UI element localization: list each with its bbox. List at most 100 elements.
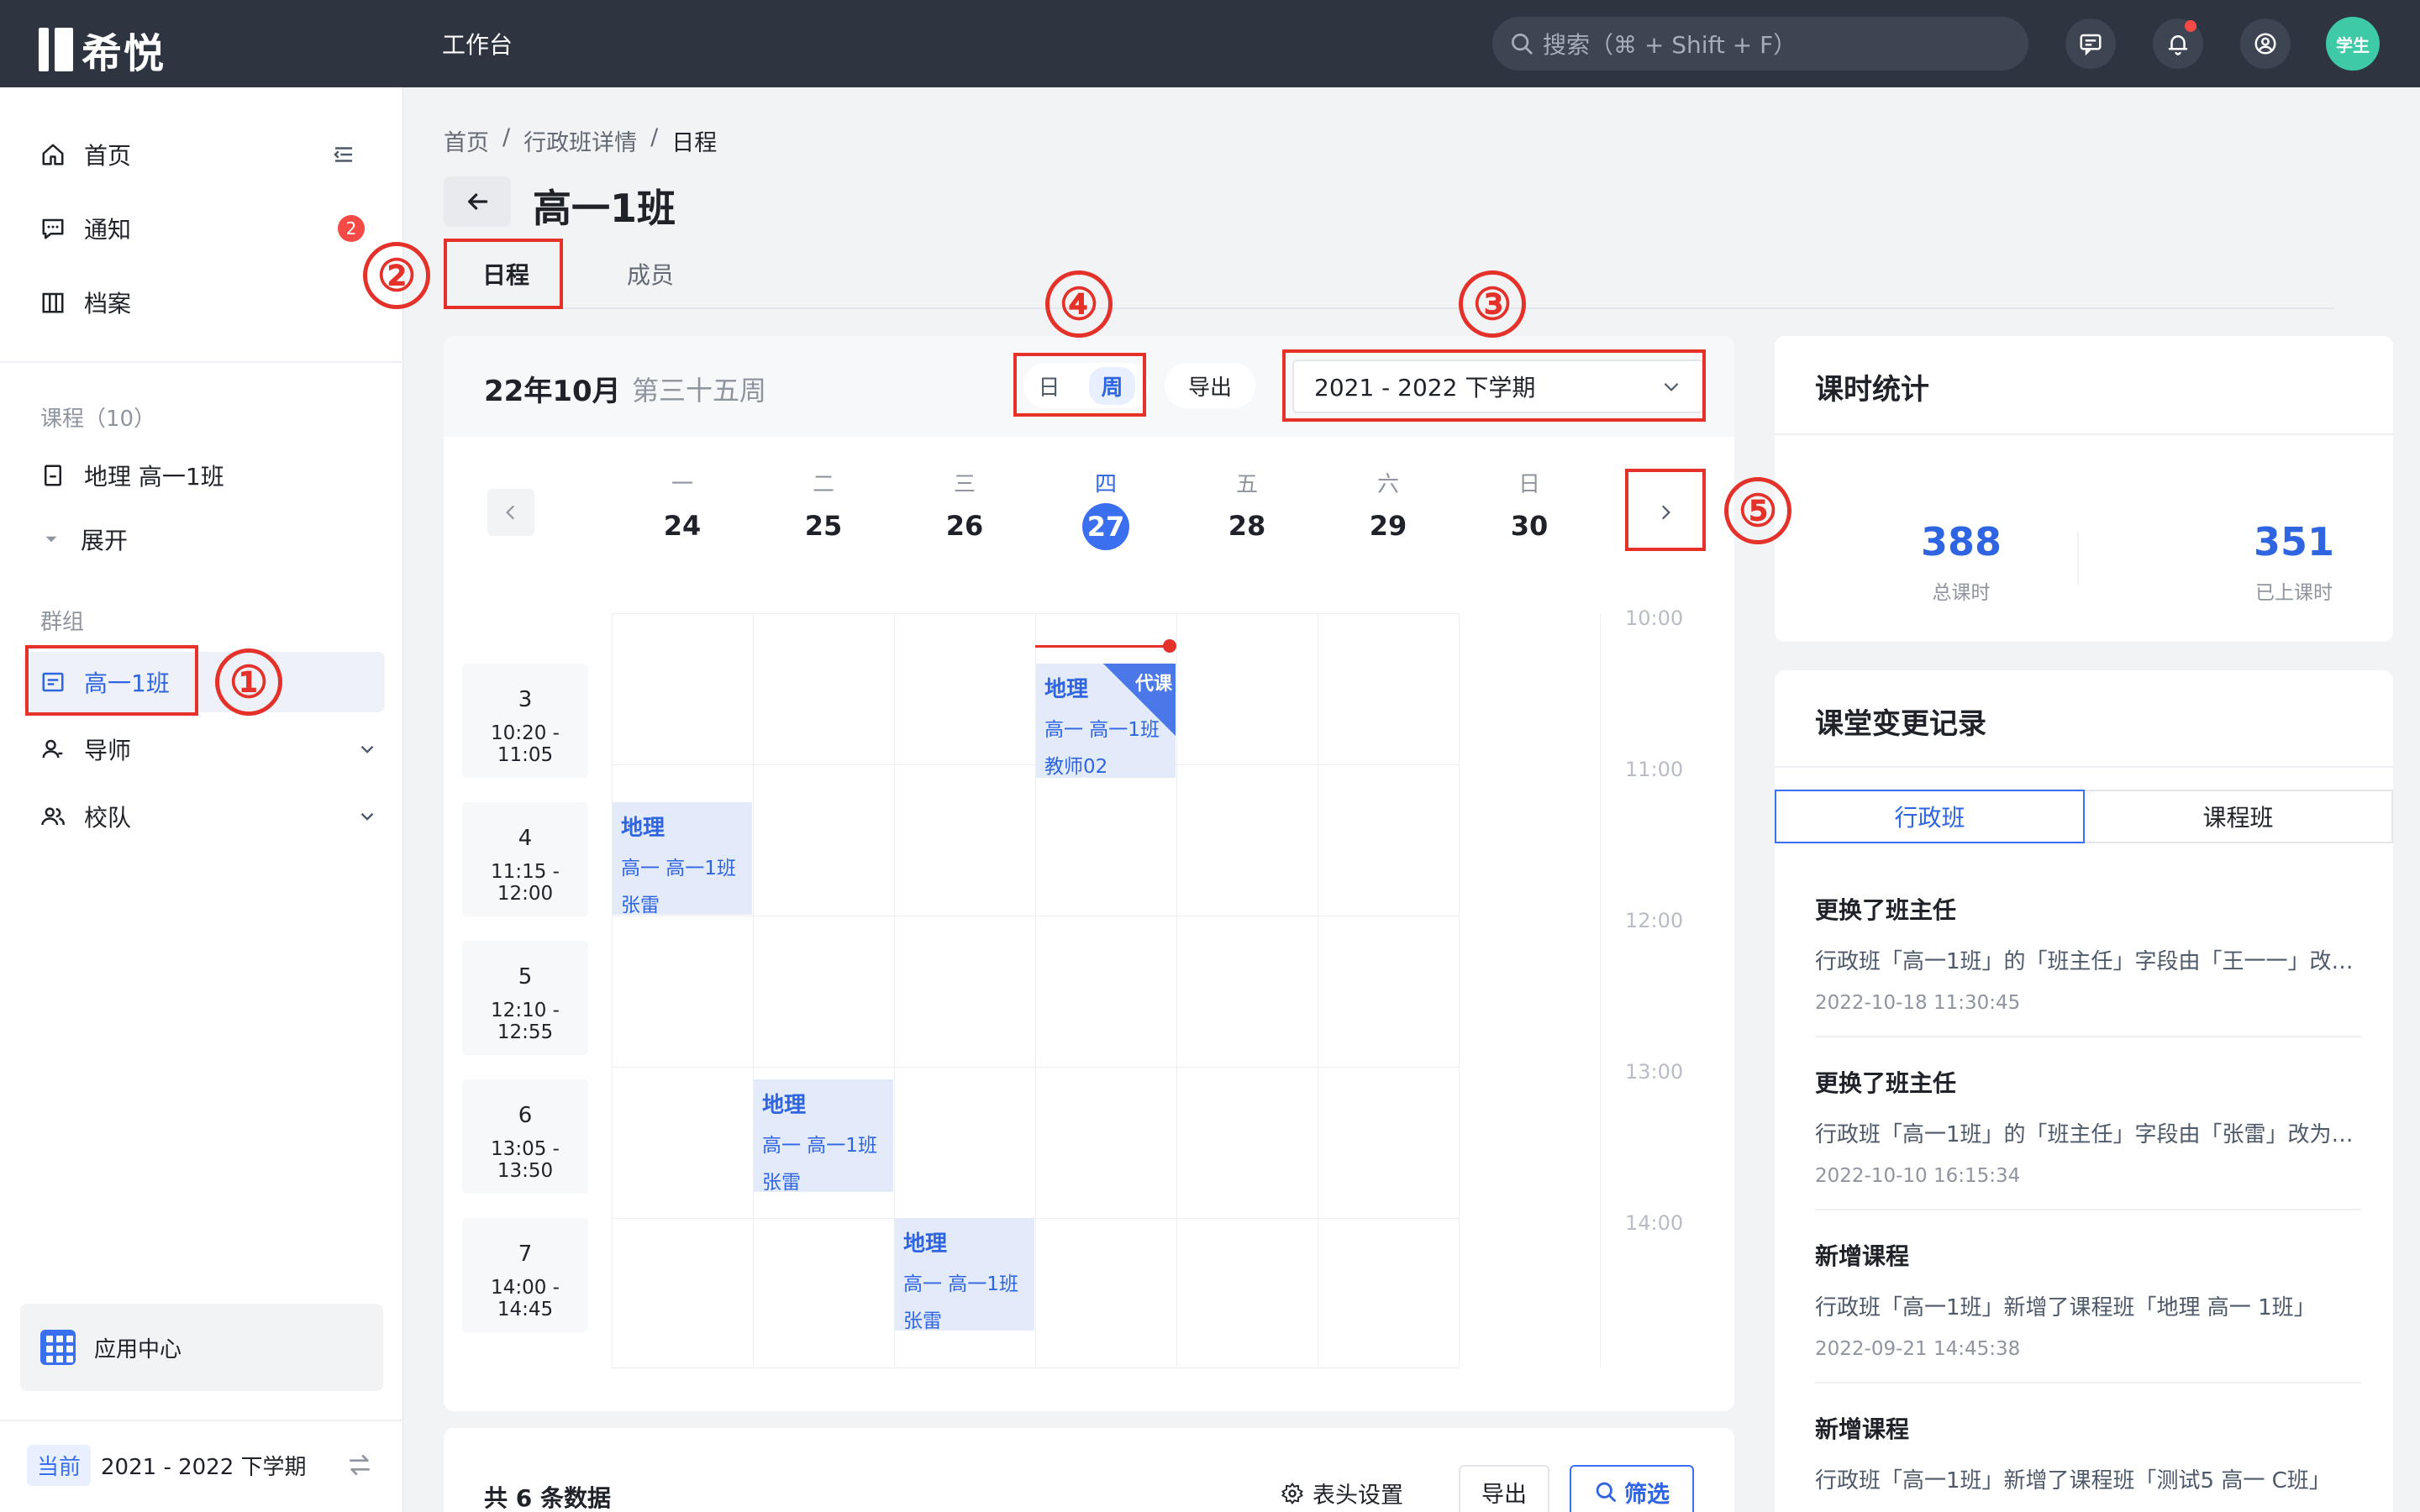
period-3: 3 10:20 - 11:05 [462,664,588,778]
day-header-wed[interactable]: 三 26 [894,467,1035,542]
avatar[interactable]: 学生 [2326,17,2380,71]
column-settings-label: 表头设置 [1313,1483,1403,1509]
sidebar-expand[interactable]: 展开 [24,509,385,570]
current-term-bar[interactable]: 当前 2021 - 2022 下学期 [0,1420,403,1509]
calendar-export-button[interactable]: 导出 [1165,363,1255,408]
annotation-box-1 [25,645,198,716]
day-header-tue[interactable]: 二 25 [753,467,894,542]
back-button[interactable] [444,176,511,227]
sidebar-item-home[interactable]: 首页 [24,124,385,185]
annotation-number-1: ① [215,648,282,716]
archive-icon [42,292,64,313]
chat-icon [2080,34,2102,56]
app-grid-icon [40,1330,76,1365]
card-divider [1775,766,2393,768]
search-icon [1512,34,1533,55]
message-icon [42,218,64,239]
log-item[interactable]: 更换了班主任 行政班「高一1班」的「班主任」字段由「王一一」改为「张雷」 202… [1815,892,2361,1037]
collapse-sidebar-icon[interactable] [331,142,356,167]
log-item-divider [1815,1382,2361,1383]
grid-line [612,1067,1459,1068]
search-icon [1596,1482,1616,1502]
log-item-title: 新增课程 [1815,1415,1910,1443]
workbench-nav[interactable]: 工作台 [442,27,513,60]
chat-button[interactable] [2065,18,2116,69]
weekday-label: 一 [671,472,693,497]
stat-separator [2077,531,2079,585]
sidebar-item-course[interactable]: 地理 高一1班 [24,445,385,506]
account-button[interactable] [2240,18,2291,69]
breadcrumb-class-detail[interactable]: 行政班详情 [523,124,637,157]
log-item[interactable]: 新增课程 行政班「高一1班」新增了课程班「地理 高一 1班」 2022-09-2… [1815,1238,2361,1383]
annotation-number-2: ② [363,242,430,309]
day-header-mon[interactable]: 一 24 [612,467,753,542]
schedule-calendar: 22年10月 第三十五周 日 周 导出 2021 - 2022 下学期 一 24 … [444,336,1734,1411]
day-header-sun[interactable]: 日 30 [1459,467,1600,542]
period-number: 3 [518,687,533,712]
grid-line [612,764,1459,765]
log-tab-course-class[interactable]: 课程班 [2085,790,2393,843]
period-time: 14:00 - 14:45 [491,1277,560,1320]
weekday-label: 五 [1235,472,1258,497]
record-count: 共 6 条数据 [484,1484,611,1512]
current-term-tag: 当前 [27,1444,92,1486]
annotation-number-4: ④ [1045,270,1113,338]
column-settings-button[interactable]: 表头设置 [1281,1477,1403,1509]
period-7: 7 14:00 - 14:45 [462,1218,588,1332]
day-header-fri[interactable]: 五 28 [1176,467,1318,542]
sidebar-item-label: 导师 [84,737,132,764]
period-6: 6 13:05 - 13:50 [462,1079,588,1194]
log-item-desc: 行政班「高一1班」新增了课程班「地理 高一 1班」 [1815,1295,2316,1320]
event-wed[interactable]: 地理 高一 高一1班 张雷 [895,1218,1034,1331]
event-name: 地理 [621,816,666,841]
log-item[interactable]: 更换了班主任 行政班「高一1班」的「班主任」字段由「张雷」改为「王一一」 202… [1815,1065,2361,1210]
event-teacher: 张雷 [903,1310,942,1331]
app-center-button[interactable]: 应用中心 [20,1304,383,1391]
log-tab-admin-class[interactable]: 行政班 [1775,790,2085,843]
grid-line [612,1218,1459,1219]
sidebar-item-label: 档案 [84,290,132,318]
weekday-label: 六 [1376,472,1399,497]
sidebar: 首页 通知 2 档案 课程（10） 地理 高一1班 展开 群组 高一1班 导师 … [0,87,403,1512]
change-log-card: 课堂变更记录 行政班 课程班 更换了班主任 行政班「高一1班」的「班主任」字段由… [1775,670,2393,1512]
sidebar-item-mentor[interactable]: 导师 [24,719,385,780]
log-item-divider [1815,1209,2361,1210]
lesson-stats-card: 课时统计 388 总课时 351 已上课时 [1775,336,2393,642]
substitute-tag: 代课 [1134,674,1172,695]
log-item-title: 新增课程 [1815,1242,1910,1270]
event-mon[interactable]: 地理 高一 高一1班 张雷 [613,802,752,915]
list-export-button[interactable]: 导出 [1459,1465,1549,1512]
page-title: 高一1班 [533,186,676,231]
log-item[interactable]: 新增课程 行政班「高一1班」新增了课程班「测试5 高一 C班」 [1815,1411,2361,1494]
notification-button[interactable] [2153,18,2203,69]
annotation-box-3 [1282,349,1706,422]
event-tue[interactable]: 地理 高一 高一1班 张雷 [754,1079,893,1192]
weekday-label: 四 [1094,472,1117,497]
day-header-sat[interactable]: 六 29 [1318,467,1459,542]
event-class: 高一 高一1班 [903,1273,1018,1295]
breadcrumb-home[interactable]: 首页 [444,124,489,157]
sidebar-item-label: 通知 [84,216,132,244]
tab-members[interactable]: 成员 [627,257,674,291]
event-substitute[interactable]: 代课 地理 高一 高一1班 教师02 [1036,664,1176,778]
sidebar-divider [0,361,403,363]
notification-dot [2185,20,2196,32]
log-title: 课堂变更记录 [1815,707,1986,741]
annotation-number-3: ③ [1459,270,1526,338]
day-header-thu[interactable]: 四 27 [1035,467,1176,550]
log-item-title: 更换了班主任 [1815,1069,1957,1097]
prev-week-button[interactable] [487,489,534,536]
breadcrumb: 首页 / 行政班详情 / 日程 [444,124,717,157]
switch-icon[interactable] [346,1452,373,1478]
sidebar-item-team[interactable]: 校队 [24,786,385,847]
period-number: 6 [518,1103,533,1128]
event-class: 高一 高一1班 [621,858,736,879]
app-logo[interactable]: 希悦 [39,20,166,79]
expand-label: 展开 [81,527,129,554]
sidebar-item-notice[interactable]: 通知 [24,198,385,259]
global-search[interactable]: 搜索（⌘ + Shift + F） [1492,17,2028,71]
filter-button[interactable]: 筛选 [1570,1465,1694,1512]
date-label: 25 [804,510,843,542]
date-label: 28 [1228,510,1266,542]
sidebar-item-archive[interactable]: 档案 [24,272,385,333]
